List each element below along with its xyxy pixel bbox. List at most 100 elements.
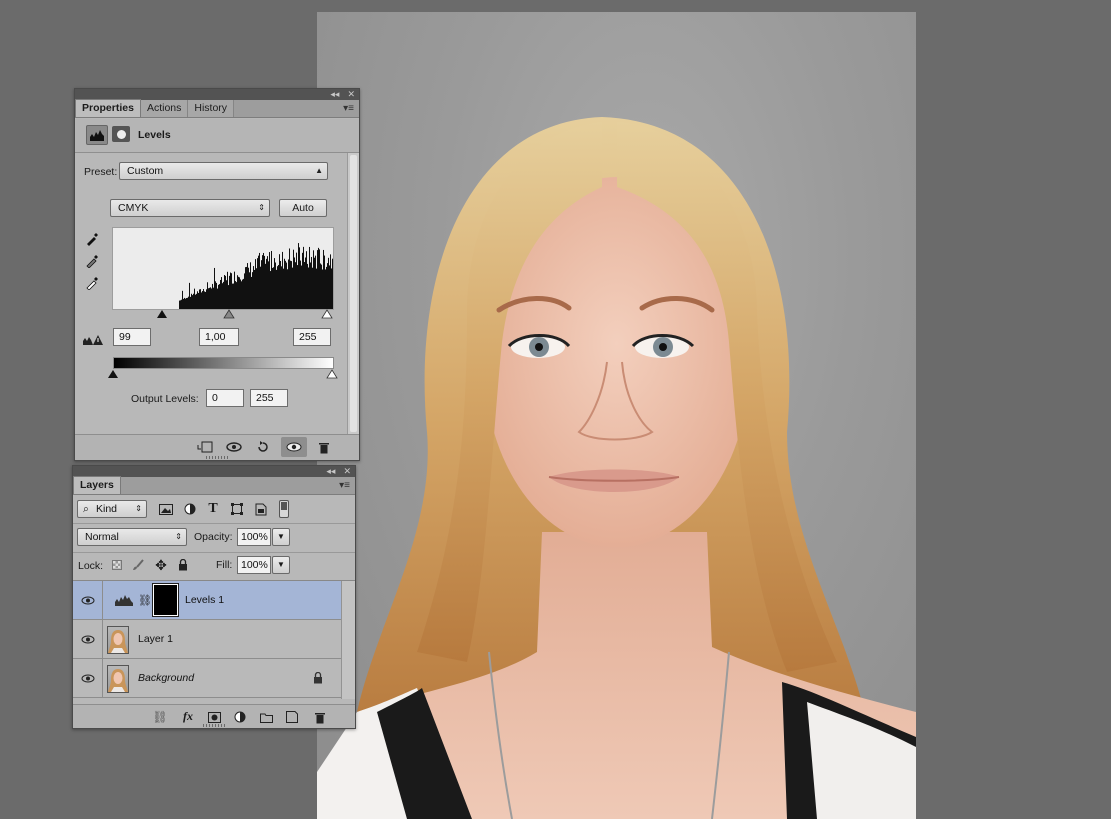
tab-history[interactable]: History xyxy=(188,100,235,117)
properties-scrollbar[interactable] xyxy=(347,153,359,434)
trash-icon[interactable] xyxy=(311,709,329,725)
blend-mode-dropdown[interactable]: Normal ⇕ xyxy=(77,528,187,546)
filter-toggle-switch[interactable] xyxy=(279,500,289,518)
panel-menu-icon[interactable]: ▾≡ xyxy=(343,103,354,114)
filter-kind-dropdown[interactable]: ⌕ Kind ⇕ xyxy=(77,500,147,518)
lock-transparency-icon[interactable] xyxy=(109,557,125,573)
output-levels-label: Output Levels: xyxy=(131,393,199,405)
adjustment-filter-icon[interactable] xyxy=(181,501,199,517)
collapse-icon[interactable]: ◂◂ xyxy=(330,90,339,99)
input-white-field[interactable]: 255 xyxy=(293,328,331,346)
output-slider-track xyxy=(108,369,338,379)
fill-label: Fill: xyxy=(216,559,233,571)
resize-grip[interactable] xyxy=(206,456,228,459)
dropdown-arrow-icon: ⇕ xyxy=(135,504,142,513)
new-group-folder-icon[interactable] xyxy=(257,709,275,725)
visibility-toggle[interactable] xyxy=(73,659,103,697)
properties-footer xyxy=(75,434,359,460)
layer-name: Background xyxy=(138,672,195,684)
layer-mask-thumbnail[interactable] xyxy=(152,583,179,617)
type-filter-icon[interactable]: T xyxy=(204,501,222,517)
fill-dropdown-button[interactable]: ▼ xyxy=(272,556,290,574)
eye-icon[interactable] xyxy=(281,437,307,457)
opacity-label: Opacity: xyxy=(194,531,233,543)
preset-label: Preset: xyxy=(84,166,118,178)
scrollbar-thumb[interactable] xyxy=(350,155,357,432)
levels-adjustment-icon[interactable] xyxy=(86,125,108,145)
new-layer-icon[interactable] xyxy=(283,709,301,725)
white-point-slider[interactable] xyxy=(321,309,333,319)
channel-dropdown[interactable]: CMYK ⇕ xyxy=(110,199,270,217)
layers-panel: ◂◂ ✕ Layers ▾≡ ⌕ Kind ⇕ T Normal ⇕ Opaci… xyxy=(72,465,356,729)
close-icon[interactable]: ✕ xyxy=(343,467,351,476)
layers-footer: ⛓ fx xyxy=(73,704,355,728)
filter-kind-value: Kind xyxy=(96,503,118,515)
tab-properties[interactable]: Properties xyxy=(75,99,141,117)
lock-icon[interactable] xyxy=(311,671,325,685)
shape-filter-icon[interactable] xyxy=(228,501,246,517)
output-black-slider[interactable] xyxy=(108,370,118,378)
reset-icon[interactable] xyxy=(253,439,273,455)
black-eyedropper-icon[interactable] xyxy=(84,229,102,247)
adjustment-title: Levels xyxy=(138,129,171,141)
preset-dropdown[interactable]: Custom ▲ xyxy=(119,162,328,180)
panel-menu-icon[interactable]: ▾≡ xyxy=(339,480,350,491)
eye-icon[interactable] xyxy=(81,635,95,644)
layer-row-levels-1[interactable]: ⛓ Levels 1 xyxy=(73,581,341,620)
levels-adjustment-icon xyxy=(113,592,135,608)
properties-header: Levels xyxy=(75,119,359,153)
output-white-field[interactable]: 255 xyxy=(250,389,288,407)
clip-to-layer-icon[interactable] xyxy=(195,439,215,455)
document-canvas[interactable] xyxy=(317,12,916,819)
tab-layers[interactable]: Layers xyxy=(73,476,121,494)
collapse-icon[interactable]: ◂◂ xyxy=(326,467,335,476)
lock-position-icon[interactable]: ✥ xyxy=(152,556,170,574)
link-chain-icon[interactable]: ⛓ xyxy=(138,592,152,608)
lock-label: Lock: xyxy=(78,560,104,572)
properties-tabbar: Properties Actions History ▾≡ xyxy=(75,99,359,118)
layer-row-layer-1[interactable]: Layer 1 xyxy=(73,620,341,659)
tab-actions[interactable]: Actions xyxy=(140,100,189,117)
visibility-toggle[interactable] xyxy=(73,581,103,619)
properties-body: Levels Preset: Custom ▲ CMYK ⇕ Auto 99 1… xyxy=(75,119,359,460)
trash-icon[interactable] xyxy=(315,439,333,455)
layers-scrollbar[interactable] xyxy=(341,581,355,699)
close-icon[interactable]: ✕ xyxy=(347,90,355,99)
pixel-filter-icon[interactable] xyxy=(157,501,175,517)
output-white-slider[interactable] xyxy=(326,369,338,379)
fill-field[interactable]: 100% xyxy=(237,556,271,574)
eye-icon[interactable] xyxy=(81,674,95,683)
link-layers-icon[interactable]: ⛓ xyxy=(150,709,170,725)
mask-icon[interactable] xyxy=(112,126,130,142)
clipping-warning-icon[interactable] xyxy=(81,333,105,347)
layer-style-fx-icon[interactable]: fx xyxy=(177,708,199,724)
auto-button[interactable]: Auto xyxy=(279,199,327,217)
dropdown-arrow-icon: ⇕ xyxy=(258,203,265,212)
lock-pixels-brush-icon[interactable] xyxy=(130,557,146,573)
add-mask-icon[interactable] xyxy=(205,709,223,725)
view-previous-state-icon[interactable] xyxy=(223,439,245,455)
layer-thumbnail[interactable] xyxy=(107,665,129,693)
input-black-field[interactable]: 99 xyxy=(113,328,151,346)
blend-mode-value: Normal xyxy=(85,531,119,543)
opacity-field[interactable]: 100% xyxy=(237,528,271,546)
smart-object-filter-icon[interactable] xyxy=(252,501,270,517)
levels-histogram xyxy=(112,227,334,310)
new-adjustment-layer-icon[interactable] xyxy=(231,709,249,725)
search-icon: ⌕ xyxy=(83,503,89,515)
resize-grip[interactable] xyxy=(203,724,225,727)
layer-thumbnail[interactable] xyxy=(107,626,129,654)
layer-name: Layer 1 xyxy=(138,633,174,645)
output-black-field[interactable]: 0 xyxy=(206,389,244,407)
lock-all-icon[interactable] xyxy=(175,557,191,573)
dropdown-arrow-icon: ⇕ xyxy=(175,532,182,541)
gray-eyedropper-icon[interactable] xyxy=(84,251,102,269)
white-eyedropper-icon[interactable] xyxy=(84,273,102,291)
eye-icon[interactable] xyxy=(81,596,95,605)
input-gamma-field[interactable]: 1,00 xyxy=(199,328,239,346)
opacity-dropdown-button[interactable]: ▼ xyxy=(272,528,290,546)
gamma-slider[interactable] xyxy=(223,309,235,319)
visibility-toggle[interactable] xyxy=(73,620,103,658)
layer-row-background[interactable]: Background xyxy=(73,659,341,698)
black-point-slider[interactable] xyxy=(157,310,167,318)
